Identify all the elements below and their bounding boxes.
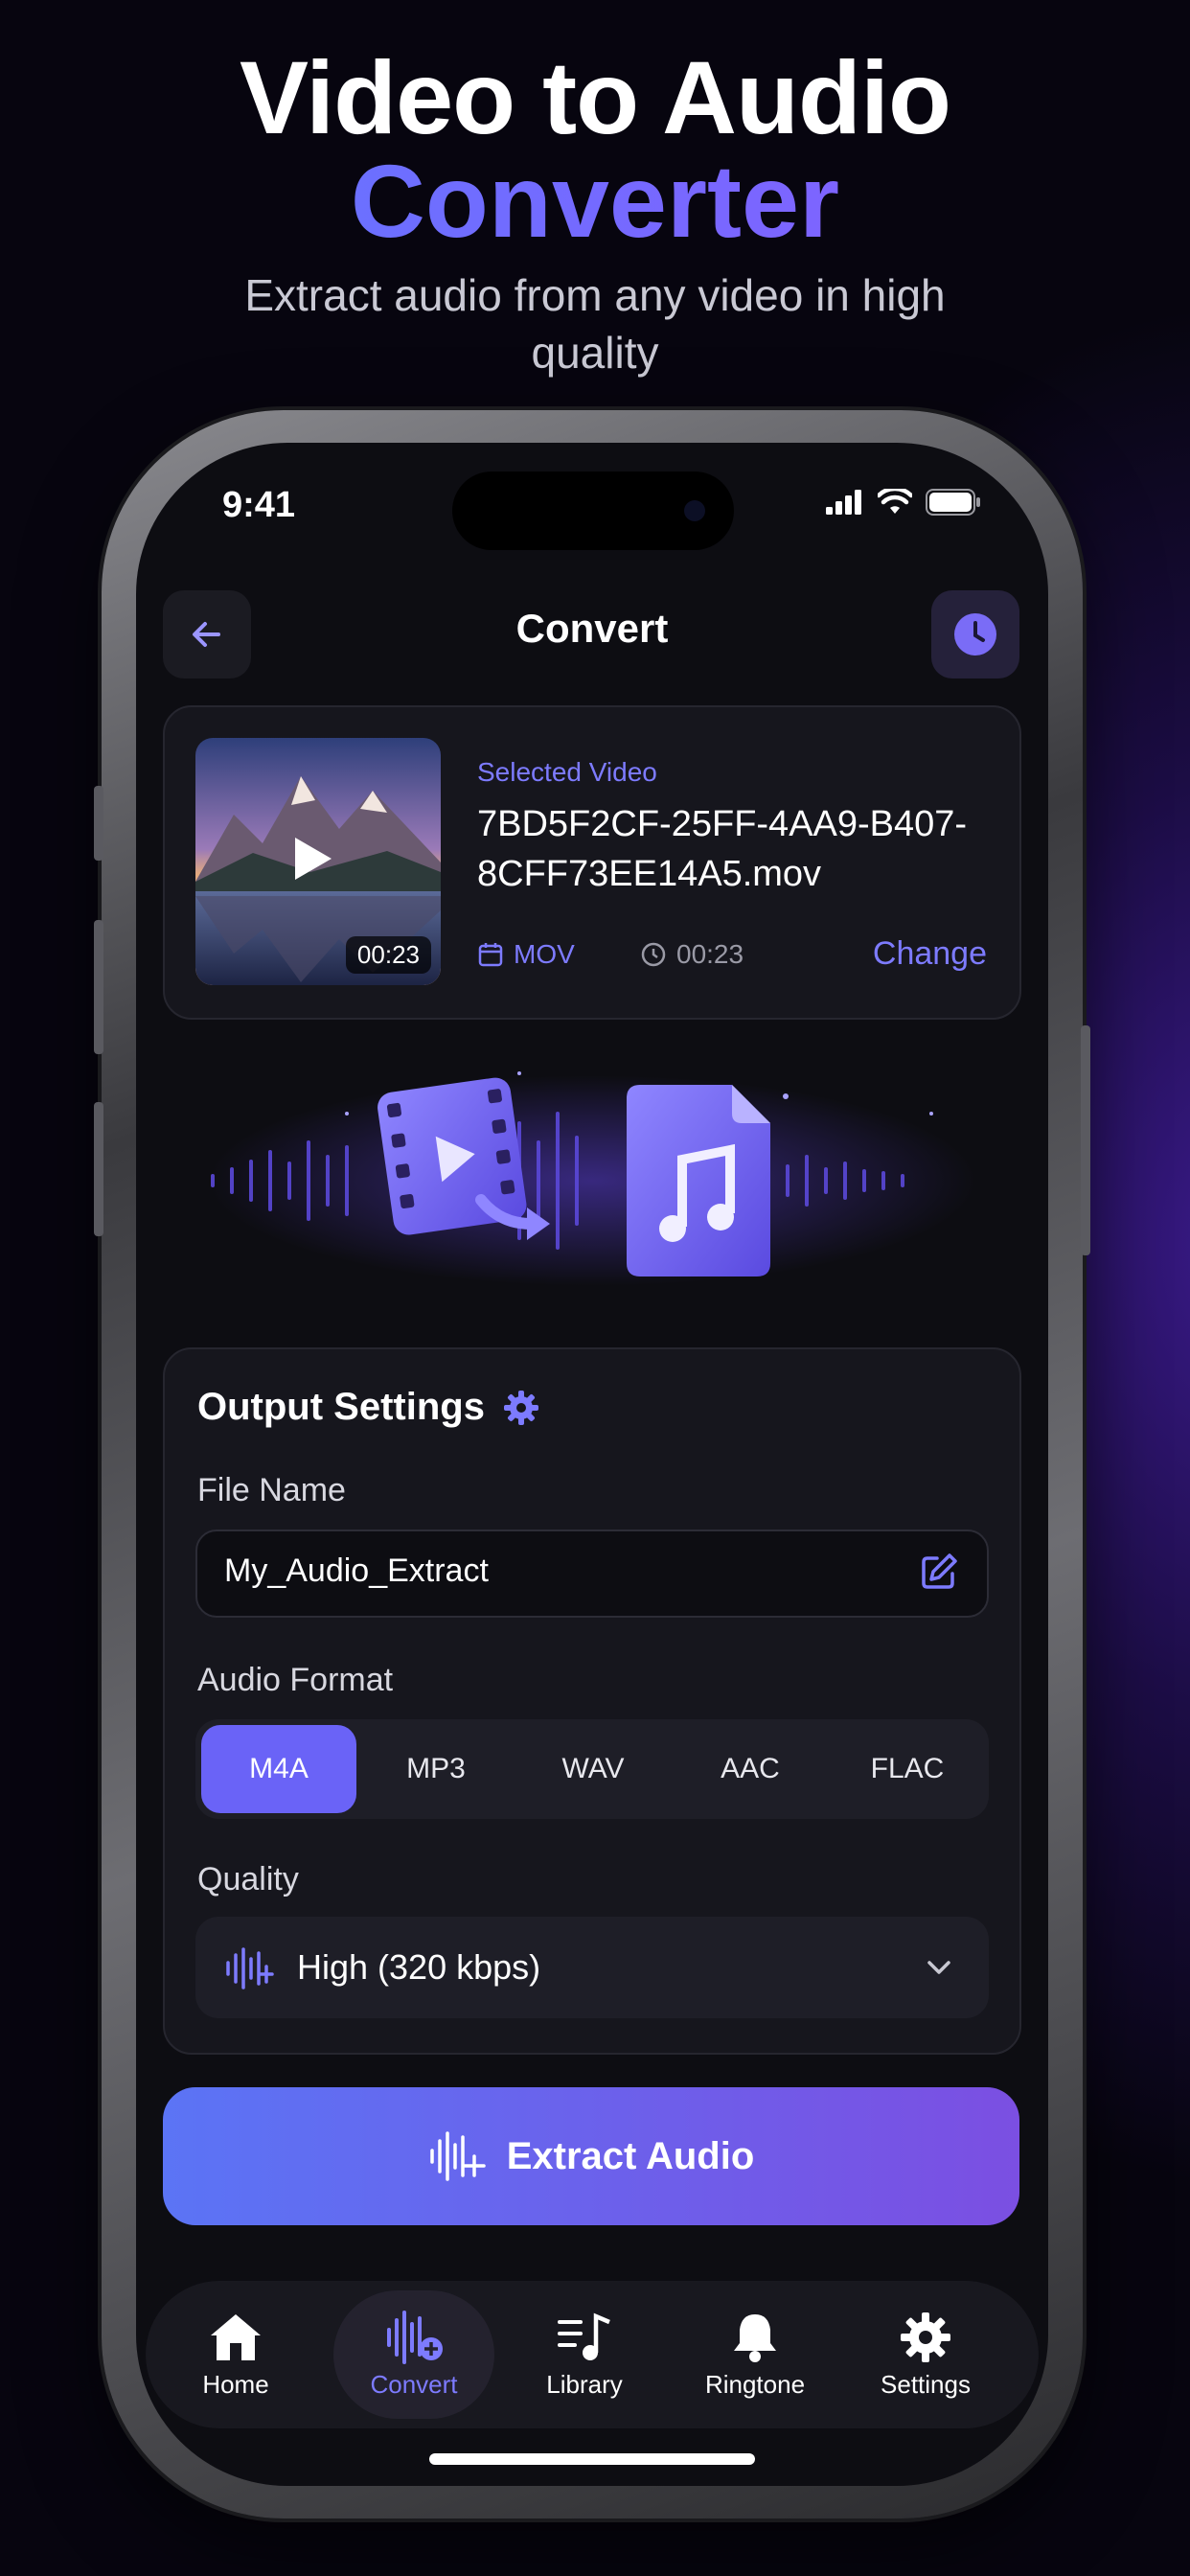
audio-format-label: Audio Format xyxy=(197,1662,394,1698)
gear-icon xyxy=(901,2312,950,2362)
format-option-flac[interactable]: FLAC xyxy=(830,1725,985,1813)
format-option-mp3[interactable]: MP3 xyxy=(358,1725,514,1813)
cellular-signal-icon xyxy=(826,490,861,515)
thumbnail-duration-badge: 00:23 xyxy=(345,936,431,974)
waveform-plus-icon xyxy=(429,2131,486,2181)
hero-title: Video to Audio xyxy=(240,39,951,155)
tab-convert-label: Convert xyxy=(370,2369,458,2399)
app-screen: 9:41 Convert 00:23 Selected Video 7BD5F2… xyxy=(136,443,1048,2486)
hero-subtitle: Extract audio from any video in high qua… xyxy=(244,270,946,378)
video-format: MOV xyxy=(514,939,575,969)
selected-video-card: 00:23 Selected Video 7BD5F2CF-25FF-4AA9-… xyxy=(163,705,1021,1020)
music-library-icon xyxy=(558,2312,610,2360)
clock-outline-icon xyxy=(641,942,666,967)
output-settings-title: Output Settings xyxy=(197,1386,540,1429)
change-video-button[interactable]: Change xyxy=(873,935,987,973)
waveform-icon xyxy=(226,1947,274,1990)
quality-dropdown[interactable]: High (320 kbps) xyxy=(195,1917,989,2018)
output-settings-heading: Output Settings xyxy=(197,1386,485,1428)
format-option-aac[interactable]: AAC xyxy=(673,1725,828,1813)
battery-icon xyxy=(926,489,980,516)
format-option-wav[interactable]: WAV xyxy=(515,1725,671,1813)
waveform-plus-icon xyxy=(387,2310,443,2364)
quality-value: High (320 kbps) xyxy=(297,1947,541,1987)
tab-library-label: Library xyxy=(546,2369,623,2399)
phone-volume-up-button xyxy=(94,920,103,1054)
duration-meta: 00:23 xyxy=(640,939,744,970)
tab-ringtone[interactable]: Ringtone xyxy=(675,2290,835,2419)
status-icons xyxy=(826,489,981,516)
home-indicator[interactable] xyxy=(429,2453,755,2465)
phone-power-button xyxy=(1081,1025,1090,1255)
wifi-icon xyxy=(878,489,912,514)
extract-audio-label: Extract Audio xyxy=(506,2134,755,2177)
tab-home[interactable]: Home xyxy=(155,2290,316,2419)
video-file-name: 7BD5F2CF-25FF-4AA9-B407-8CFF73EE14A5.mov xyxy=(477,804,968,894)
video-to-audio-illustration xyxy=(209,1071,975,1286)
clock-icon xyxy=(954,613,996,656)
home-icon xyxy=(211,2313,261,2360)
tab-convert[interactable]: Convert xyxy=(333,2290,494,2419)
file-name-label: File Name xyxy=(197,1472,346,1508)
status-time: 9:41 xyxy=(222,485,296,525)
bottom-tab-bar: Home Convert Library Ringtone Settings xyxy=(146,2281,1039,2428)
calendar-icon xyxy=(478,943,503,967)
output-settings-card: Output Settings File Name My_Audio_Extra… xyxy=(163,1347,1021,2055)
file-name-input[interactable]: My_Audio_Extract xyxy=(195,1530,989,1618)
tab-library[interactable]: Library xyxy=(504,2290,665,2419)
hero-title-accent: Converter xyxy=(0,144,1190,259)
audio-format-selector: M4A MP3 WAV AAC FLAC xyxy=(195,1719,989,1819)
tab-home-label: Home xyxy=(202,2369,269,2399)
tab-settings[interactable]: Settings xyxy=(845,2290,1006,2419)
quality-label: Quality xyxy=(197,1861,299,1898)
bell-icon xyxy=(734,2313,776,2362)
history-button[interactable] xyxy=(931,590,1019,678)
video-thumbnail[interactable]: 00:23 xyxy=(195,738,441,985)
tab-settings-label: Settings xyxy=(881,2369,971,2399)
edit-icon[interactable] xyxy=(918,1551,960,1593)
selected-video-label: Selected Video xyxy=(477,757,657,787)
phone-volume-down-button xyxy=(94,1102,103,1236)
phone-side-button xyxy=(94,786,103,861)
tab-ringtone-label: Ringtone xyxy=(704,2369,806,2399)
extract-audio-button[interactable]: Extract Audio xyxy=(163,2087,1019,2225)
chevron-down-icon xyxy=(927,1961,950,1974)
video-duration: 00:23 xyxy=(676,939,744,969)
format-meta: MOV xyxy=(477,939,575,970)
gear-icon xyxy=(503,1390,538,1425)
file-name-value: My_Audio_Extract xyxy=(224,1552,489,1589)
dynamic-island xyxy=(452,472,734,550)
page-title: Convert xyxy=(515,606,669,651)
format-option-m4a[interactable]: M4A xyxy=(201,1725,356,1813)
